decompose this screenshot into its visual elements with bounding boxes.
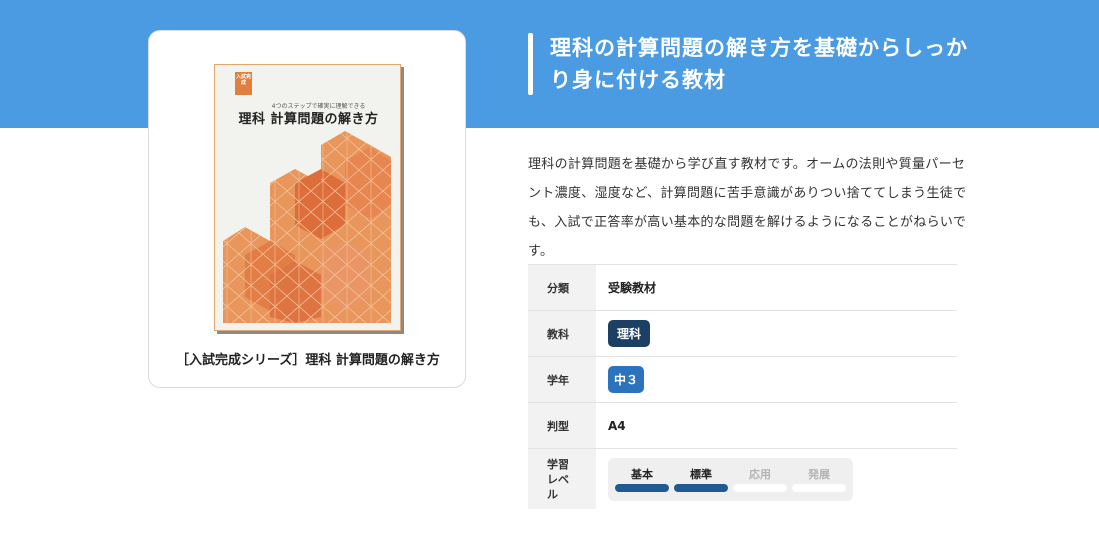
cover-badge: 入試完成 bbox=[235, 72, 252, 95]
subject-badge: 理科 bbox=[608, 320, 651, 347]
spec-label: 教科 bbox=[528, 311, 596, 356]
level-applied: 応用 bbox=[733, 466, 787, 492]
spec-row-size: 判型 A4 bbox=[528, 403, 957, 449]
product-description: 理科の計算問題を基礎から学び直す教材です。オームの法則や質量パーセント濃度、湿度… bbox=[528, 157, 967, 259]
page-title: 理科の計算問題の解き方を基礎からしっかり身に付ける教材 bbox=[550, 36, 968, 92]
spec-label: 学習レベル bbox=[528, 449, 596, 509]
spec-label: 学年 bbox=[528, 357, 596, 402]
spec-table: 分類 受験教材 教科 理科 学年 中３ 判型 A4 学習レベル 基本 標準 応用… bbox=[528, 264, 957, 509]
grade-badge: 中３ bbox=[608, 366, 645, 393]
level-bar bbox=[733, 483, 787, 492]
spec-row-level: 学習レベル 基本 標準 応用 発展 bbox=[528, 449, 957, 509]
spec-row-subject: 教科 理科 bbox=[528, 311, 957, 357]
level-bar bbox=[674, 483, 728, 492]
cover-title: 理科 計算問題の解き方 bbox=[238, 112, 379, 127]
spec-label: 判型 bbox=[528, 403, 596, 448]
spec-value: 受験教材 bbox=[608, 281, 657, 295]
level-bar bbox=[792, 483, 846, 492]
level-label: 学習レベル bbox=[547, 457, 569, 501]
level-indicator: 基本 標準 応用 発展 bbox=[608, 457, 853, 501]
level-bar bbox=[615, 483, 669, 492]
product-caption: ［入試完成シリーズ］理科 計算問題の解き方 bbox=[176, 353, 440, 368]
spec-row-grade: 学年 中３ bbox=[528, 357, 957, 403]
spec-row-category: 分類 受験教材 bbox=[528, 265, 957, 311]
level-advanced: 発展 bbox=[792, 466, 846, 492]
book-cover-image: 入試完成 4つのステップで確実に理解できる 理科 計算問題の解き方 bbox=[214, 64, 401, 331]
spec-value: A4 bbox=[608, 418, 626, 433]
level-standard: 標準 bbox=[674, 466, 728, 492]
title-accent-bar bbox=[528, 33, 533, 95]
spec-label: 分類 bbox=[528, 265, 596, 310]
level-basic: 基本 bbox=[615, 466, 669, 492]
product-card: 入試完成 4つのステップで確実に理解できる 理科 計算問題の解き方 ［入試完成シ… bbox=[148, 30, 466, 388]
